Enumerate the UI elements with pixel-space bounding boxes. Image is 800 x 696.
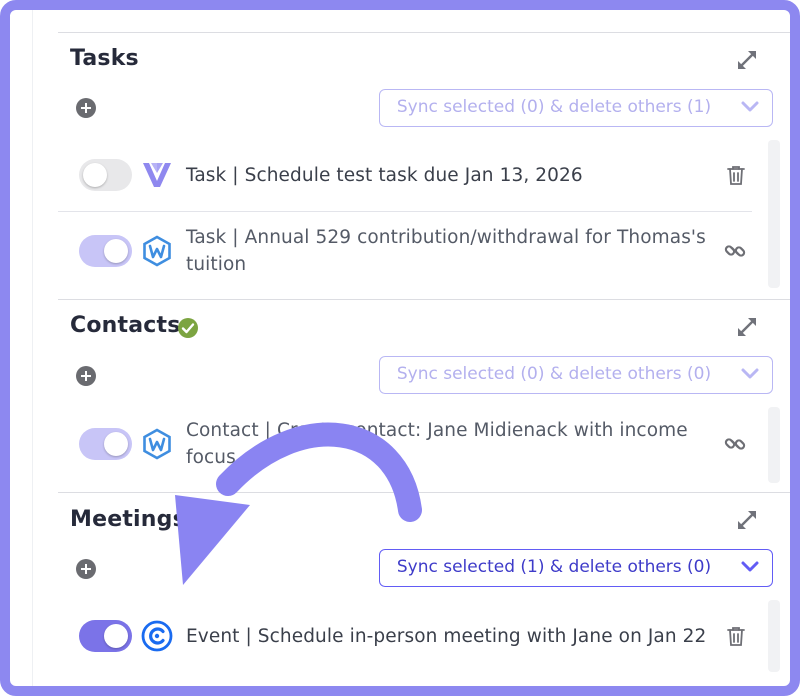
annotated-screenshot-frame: Tasks Sync selected (0) & delete others … [0,0,800,696]
top-divider [58,32,790,33]
trash-icon[interactable] [724,624,748,648]
chevron-down-icon [741,368,759,379]
scrollbar-tasks[interactable] [768,140,780,288]
toggle-knob [104,432,128,456]
item-text: Task | Schedule test task due Jan 13, 20… [186,165,583,186]
scrollbar-meetings[interactable] [768,600,780,672]
section-title-meetings: Meetings [70,507,186,532]
add-meeting-button[interactable] [76,559,96,579]
scrollbar-contacts[interactable] [768,407,780,483]
trash-icon[interactable] [724,163,748,187]
sync-toggle[interactable] [79,235,132,267]
sync-selected-dropdown-tasks[interactable]: Sync selected (0) & delete others (1) [379,89,773,127]
item-text: Contact | Create contact: Jane Midienack… [186,420,688,468]
wealthbox-w-icon [143,235,171,267]
section-divider [58,492,790,493]
toggle-knob [104,239,128,263]
sync-panel: Tasks Sync selected (0) & delete others … [32,10,790,686]
add-contact-button[interactable] [76,366,96,386]
sync-toggle[interactable] [79,159,132,191]
sync-selected-dropdown-contacts[interactable]: Sync selected (0) & delete others (0) [379,356,773,394]
link-icon[interactable] [723,432,747,456]
sync-selected-dropdown-meetings[interactable]: Sync selected (1) & delete others (0) [379,549,773,587]
section-title-tasks: Tasks [70,46,139,71]
sync-dropdown-label: Sync selected (0) & delete others (0) [396,364,712,384]
wealthbox-w-icon [143,428,171,460]
expand-arrows-icon[interactable] [735,48,759,72]
expand-arrows-icon[interactable] [735,315,759,339]
sync-dropdown-label: Sync selected (0) & delete others (1) [396,97,712,117]
expand-arrows-icon[interactable] [735,508,759,532]
item-text: Task | Annual 529 contribution/withdrawa… [186,227,706,275]
sync-toggle[interactable] [79,428,132,460]
link-icon[interactable] [723,239,747,263]
item-text: Event | Schedule in-person meeting with … [186,626,707,647]
add-task-button[interactable] [76,98,96,118]
sync-toggle[interactable] [79,620,132,652]
check-circle-icon [178,318,198,338]
sync-dropdown-label: Sync selected (1) & delete others (0) [396,557,712,577]
item-divider [58,211,752,212]
chevron-down-icon [741,561,759,572]
section-divider [58,299,790,300]
toggle-knob [104,624,128,648]
chevron-down-icon [741,101,759,112]
toggle-knob [83,163,107,187]
section-title-contacts: Contacts [70,313,181,338]
wealthbox-v-icon [143,163,171,187]
calendly-icon [141,620,173,652]
